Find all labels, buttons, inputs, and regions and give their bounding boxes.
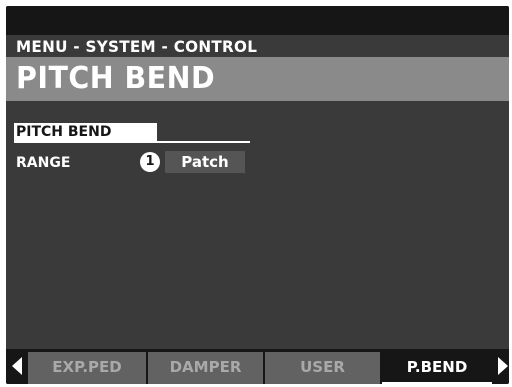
lcd-screen: MENU - SYSTEM - CONTROL PITCH BEND PITCH…	[6, 6, 509, 384]
tab-exp-ped[interactable]: EXP.PED	[28, 352, 146, 384]
pitch-bend-section-label: PITCH BEND	[14, 123, 157, 142]
triangle-right-icon[interactable]	[498, 357, 508, 375]
section-underline	[14, 141, 250, 143]
tab-p-bend[interactable]: P.BEND	[382, 352, 492, 384]
title-bar: PITCH BEND	[6, 57, 509, 101]
range-value-field[interactable]: Patch	[165, 151, 245, 173]
tab-damper[interactable]: DAMPER	[148, 352, 263, 384]
triangle-left-icon[interactable]	[12, 357, 22, 375]
breadcrumb: MENU - SYSTEM - CONTROL	[16, 37, 258, 56]
tab-bar: EXP.PED DAMPER USER P.BEND	[6, 349, 509, 384]
top-band	[6, 6, 509, 35]
range-label: RANGE	[16, 155, 71, 171]
parameter-index-badge: 1	[140, 152, 160, 172]
tab-user[interactable]: USER	[265, 352, 380, 384]
page-title: PITCH BEND	[16, 61, 216, 96]
